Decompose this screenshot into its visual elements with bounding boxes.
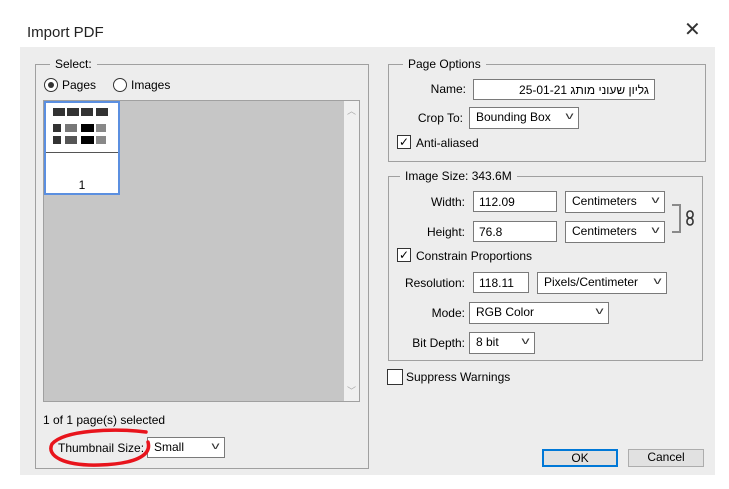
thumbnail-scrollbar[interactable]: [344, 101, 359, 401]
suppress-warnings-checkbox[interactable]: [387, 369, 403, 385]
bit-depth-value: 8 bit: [476, 335, 499, 349]
select-legend: Select:: [50, 57, 97, 71]
image-size-legend: Image Size: 343.6M: [400, 169, 517, 183]
crop-to-select[interactable]: Bounding Box v: [469, 107, 579, 129]
window-title: Import PDF: [27, 24, 104, 41]
crop-to-label: Crop To:: [417, 111, 463, 125]
height-unit-value: Centimeters: [572, 224, 637, 238]
name-input[interactable]: [473, 79, 655, 100]
chevron-down-icon: v: [651, 195, 660, 206]
anti-aliased-label[interactable]: Anti-aliased: [416, 136, 479, 150]
resolution-label: Resolution:: [404, 276, 465, 290]
radio-pages-label[interactable]: Pages: [62, 78, 96, 92]
chevron-down-icon: v: [653, 276, 662, 287]
suppress-warnings-label[interactable]: Suppress Warnings: [406, 370, 510, 384]
bit-depth-label: Bit Depth:: [412, 336, 465, 350]
name-label: Name:: [430, 82, 466, 96]
chevron-down-icon: v: [211, 441, 220, 452]
link-icon[interactable]: [686, 210, 694, 226]
height-label: Height:: [426, 225, 465, 239]
constrain-proportions-checkbox[interactable]: ✓: [397, 248, 411, 262]
mode-value: RGB Color: [476, 305, 535, 319]
resolution-unit-value: Pixels/Centimeter: [544, 275, 639, 289]
resolution-input[interactable]: [473, 272, 529, 293]
mode-select[interactable]: RGB Color v: [469, 302, 609, 324]
thumbnail-page-1[interactable]: 1: [44, 101, 120, 195]
constrain-proportions-label[interactable]: Constrain Proportions: [416, 249, 532, 263]
red-annotation-circle: [49, 428, 151, 467]
width-label: Width:: [430, 195, 465, 209]
bit-depth-select[interactable]: 8 bit v: [469, 332, 535, 354]
thumbnail-image: [52, 107, 110, 147]
height-input[interactable]: [473, 221, 557, 242]
page-options-legend: Page Options: [403, 57, 486, 71]
selection-status: 1 of 1 page(s) selected: [43, 413, 166, 427]
ok-button[interactable]: OK: [542, 449, 618, 467]
thumbnail-page-number: 1: [78, 178, 86, 192]
mode-label: Mode:: [431, 306, 465, 320]
chevron-down-icon: v: [651, 225, 660, 236]
cancel-button[interactable]: Cancel: [628, 449, 704, 467]
resolution-unit-select[interactable]: Pixels/Centimeter v: [537, 272, 667, 294]
chevron-down-icon: v: [595, 306, 604, 317]
chevron-down-icon: v: [565, 111, 574, 122]
crop-to-value: Bounding Box: [476, 110, 551, 124]
thumbnail-size-value: Small: [154, 440, 185, 454]
chevron-down-icon: v: [521, 336, 530, 347]
close-icon[interactable]: ✕: [684, 18, 701, 42]
thumbnail-size-select[interactable]: Small v: [147, 437, 225, 458]
width-input[interactable]: [473, 191, 557, 212]
scroll-down-icon[interactable]: ﹀: [347, 384, 356, 397]
height-unit-select[interactable]: Centimeters v: [565, 221, 665, 243]
radio-pages[interactable]: [44, 78, 58, 92]
thumbnail-divider: [46, 152, 118, 153]
radio-images[interactable]: [113, 78, 127, 92]
link-bracket: [672, 204, 681, 233]
anti-aliased-checkbox[interactable]: ✓: [397, 135, 411, 149]
width-unit-select[interactable]: Centimeters v: [565, 191, 665, 213]
scroll-up-icon[interactable]: ︿: [347, 104, 356, 117]
radio-images-label[interactable]: Images: [131, 78, 170, 92]
width-unit-value: Centimeters: [572, 194, 637, 208]
